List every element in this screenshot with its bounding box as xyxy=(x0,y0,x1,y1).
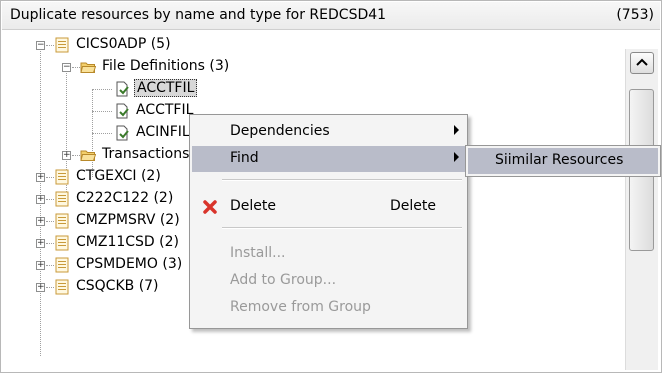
tree-node-label-selected: ACCTFIL xyxy=(134,79,198,97)
tree-node-label: CICS0ADP (5) xyxy=(76,36,171,52)
tree-node-label: C222C122 (2) xyxy=(76,190,174,206)
menu-item-add-to-group: Add to Group... xyxy=(230,272,337,288)
expand-icon[interactable]: + xyxy=(36,217,45,226)
menu-item-install: Install... xyxy=(230,245,286,261)
group-list-icon xyxy=(55,213,69,229)
chevron-up-icon xyxy=(636,58,648,66)
tree-node-label: Transactions xyxy=(102,146,190,162)
panel-header: Duplicate resources by name and type for… xyxy=(2,2,660,30)
submenu-arrow-icon xyxy=(454,152,459,162)
collapse-icon[interactable]: − xyxy=(36,41,45,50)
expand-icon[interactable]: + xyxy=(36,195,45,204)
menu-separator xyxy=(222,227,462,229)
expand-icon[interactable]: + xyxy=(36,283,45,292)
find-submenu: Siimilar Resources xyxy=(465,145,661,177)
tree-node-label: CTGEXCI (2) xyxy=(76,168,161,184)
panel-title: Duplicate resources by name and type for… xyxy=(10,7,387,23)
group-list-icon xyxy=(55,257,69,273)
tree-node-label: File Definitions (3) xyxy=(102,58,230,74)
expand-icon[interactable]: + xyxy=(36,239,45,248)
menu-item-remove-from-group: Remove from Group xyxy=(230,299,371,315)
submenu-arrow-icon xyxy=(454,125,459,135)
file-definition-icon xyxy=(116,81,129,97)
file-definition-icon xyxy=(116,103,129,119)
tree-node-label: CMZ11CSD (2) xyxy=(76,234,179,250)
expand-icon[interactable]: + xyxy=(36,261,45,270)
delete-shortcut: Delete xyxy=(390,198,436,214)
folder-open-icon xyxy=(80,62,96,73)
expand-icon[interactable]: + xyxy=(36,173,45,182)
vertical-scrollbar[interactable] xyxy=(625,49,658,370)
tree-node-label: CSQCKB (7) xyxy=(76,278,159,294)
tree-node-label: ACINFIL xyxy=(136,124,190,140)
tree-node-label: CMZPMSRV (2) xyxy=(76,212,180,228)
menu-item-dependencies[interactable]: Dependencies xyxy=(192,119,465,145)
menu-item-delete[interactable]: Delete Delete xyxy=(192,194,465,220)
group-list-icon xyxy=(55,279,69,295)
menu-item-similar-resources[interactable]: Siimilar Resources xyxy=(468,148,658,174)
file-definition-icon xyxy=(116,125,129,141)
group-list-icon xyxy=(55,191,69,207)
delete-x-icon xyxy=(203,200,217,214)
collapse-icon[interactable]: − xyxy=(62,63,71,72)
menu-item-find[interactable]: Find xyxy=(192,146,465,172)
tree-node-label: ACCTFIL xyxy=(136,102,194,118)
group-list-icon xyxy=(55,235,69,251)
group-list-icon xyxy=(55,169,69,185)
group-list-icon xyxy=(55,37,69,53)
context-menu: Dependencies Find Delete Delete Install.… xyxy=(189,114,468,329)
folder-open-icon xyxy=(80,150,96,161)
tree-node-label: CPSMDEMO (3) xyxy=(76,256,183,272)
menu-separator xyxy=(222,179,462,181)
expand-icon[interactable]: + xyxy=(62,151,71,160)
scroll-up-button[interactable] xyxy=(630,52,654,74)
resource-count: (753) xyxy=(616,7,654,23)
